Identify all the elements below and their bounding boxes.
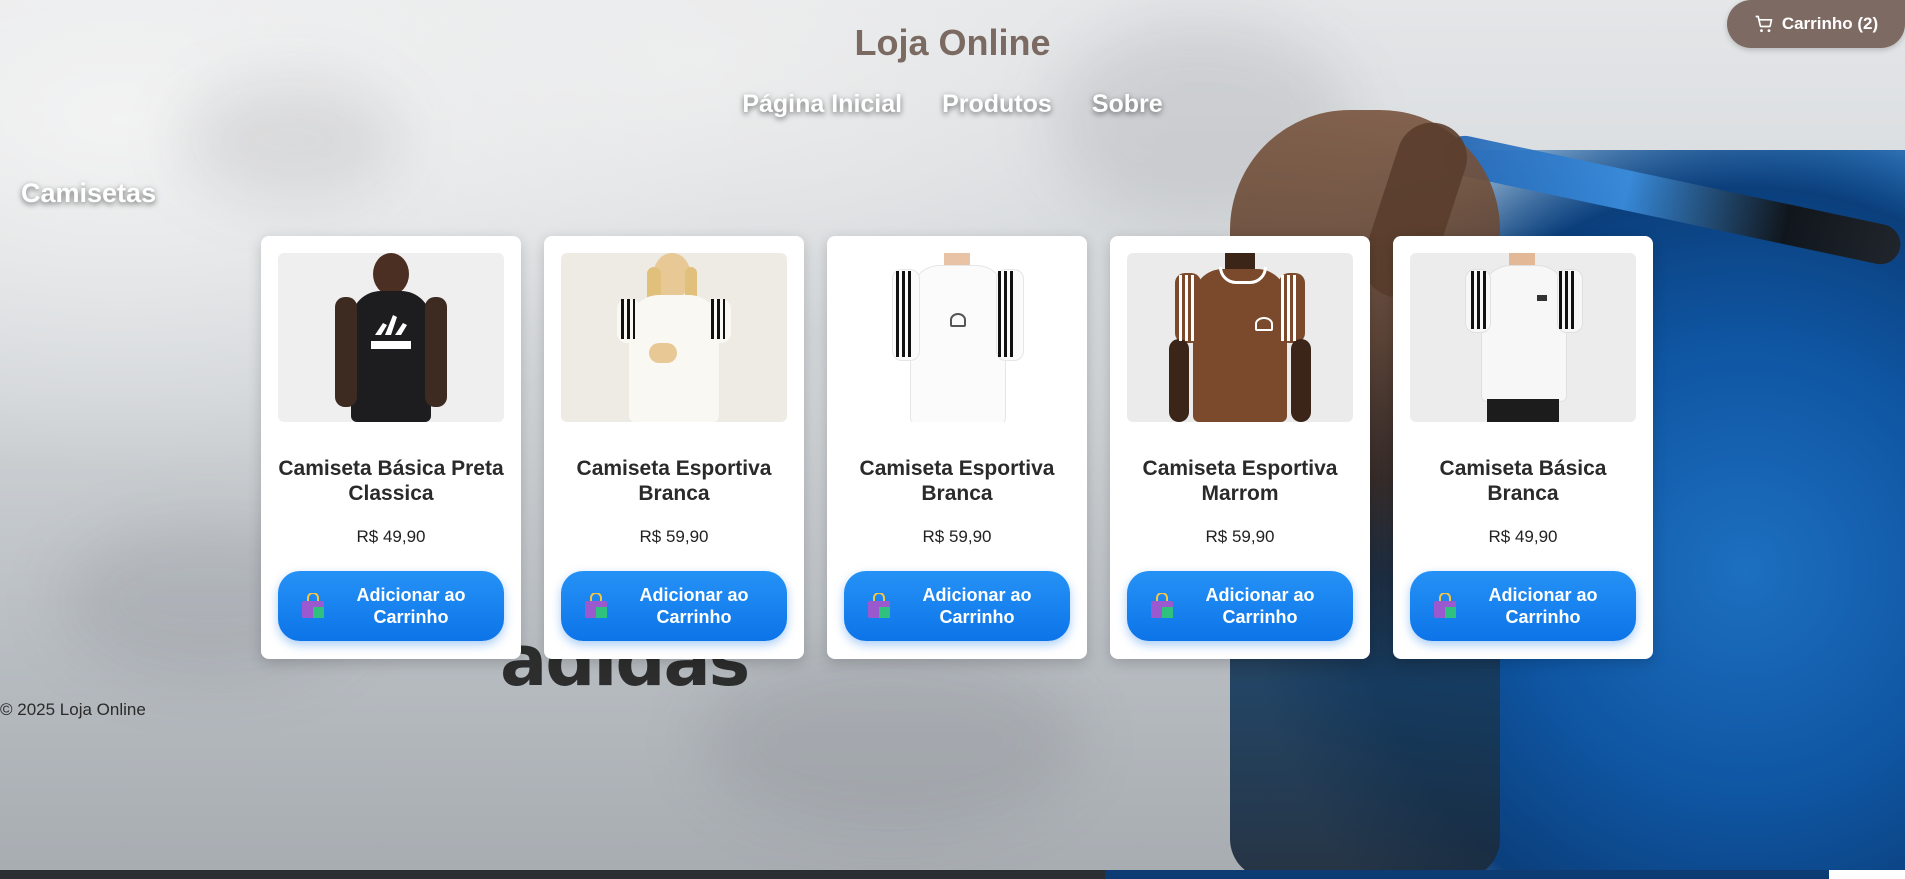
cart-button[interactable]: Carrinho (2) [1727,0,1905,48]
add-to-cart-button[interactable]: Adicionar ao Carrinho [844,571,1070,641]
product-card: Camiseta Básica Branca R$ 49,90 Adiciona… [1393,236,1653,659]
product-grid: Camiseta Básica Preta Classica R$ 49,90 … [261,236,1653,659]
footer-copyright: © 2025 Loja Online [0,700,146,719]
cart-label: Carrinho (2) [1781,14,1879,33]
product-name: Camiseta Esportiva Marrom [1142,457,1338,505]
site-header: Loja Online Página Inicial Produtos Sobr… [0,0,1905,140]
shopping-cart-icon [1755,15,1773,33]
product-price: R$ 59,90 [1205,527,1275,546]
add-to-cart-label: Adicionar ao Carrinho [356,585,466,627]
product-name: Camiseta Esportiva Branca [576,457,772,505]
nav-about[interactable]: Sobre [1092,90,1163,119]
section-title: Camisetas [21,178,157,208]
product-price: R$ 59,90 [639,527,709,546]
add-to-cart-label: Adicionar ao Carrinho [1488,585,1598,627]
shopping-bag-icon [868,593,890,618]
add-to-cart-button[interactable]: Adicionar ao Carrinho [1127,571,1353,641]
add-to-cart-button[interactable]: Adicionar ao Carrinho [1410,571,1636,641]
shopping-bag-icon [1151,593,1173,618]
shopping-bag-icon [302,593,324,618]
add-to-cart-label: Adicionar ao Carrinho [1205,585,1315,627]
bottom-bar [0,870,1905,879]
product-card: Camiseta Esportiva Branca R$ 59,90 Adici… [544,236,804,659]
product-card: Camiseta Esportiva Marrom R$ 59,90 Adici… [1110,236,1370,659]
shopping-bag-icon [1434,593,1456,618]
site-title: Loja Online [854,22,1051,63]
product-image [561,253,787,422]
product-name: Camiseta Básica Preta Classica [278,457,504,505]
product-card: Camiseta Básica Preta Classica R$ 49,90 … [261,236,521,659]
product-price: R$ 49,90 [1488,527,1558,546]
product-name: Camiseta Básica Branca [1439,457,1607,505]
nav-home[interactable]: Página Inicial [742,90,902,119]
product-image [278,253,504,422]
shopping-bag-icon [585,593,607,618]
nav-products[interactable]: Produtos [942,90,1052,119]
product-card: Camiseta Esportiva Branca R$ 59,90 Adici… [827,236,1087,659]
product-price: R$ 59,90 [922,527,992,546]
product-name: Camiseta Esportiva Branca [859,457,1055,505]
product-image [1127,253,1353,422]
product-price: R$ 49,90 [356,527,426,546]
add-to-cart-label: Adicionar ao Carrinho [922,585,1032,627]
add-to-cart-button[interactable]: Adicionar ao Carrinho [561,571,787,641]
product-image [844,253,1070,422]
product-image [1410,253,1636,422]
add-to-cart-button[interactable]: Adicionar ao Carrinho [278,571,504,641]
main-nav: Página Inicial Produtos Sobre [0,90,1905,119]
add-to-cart-label: Adicionar ao Carrinho [639,585,749,627]
